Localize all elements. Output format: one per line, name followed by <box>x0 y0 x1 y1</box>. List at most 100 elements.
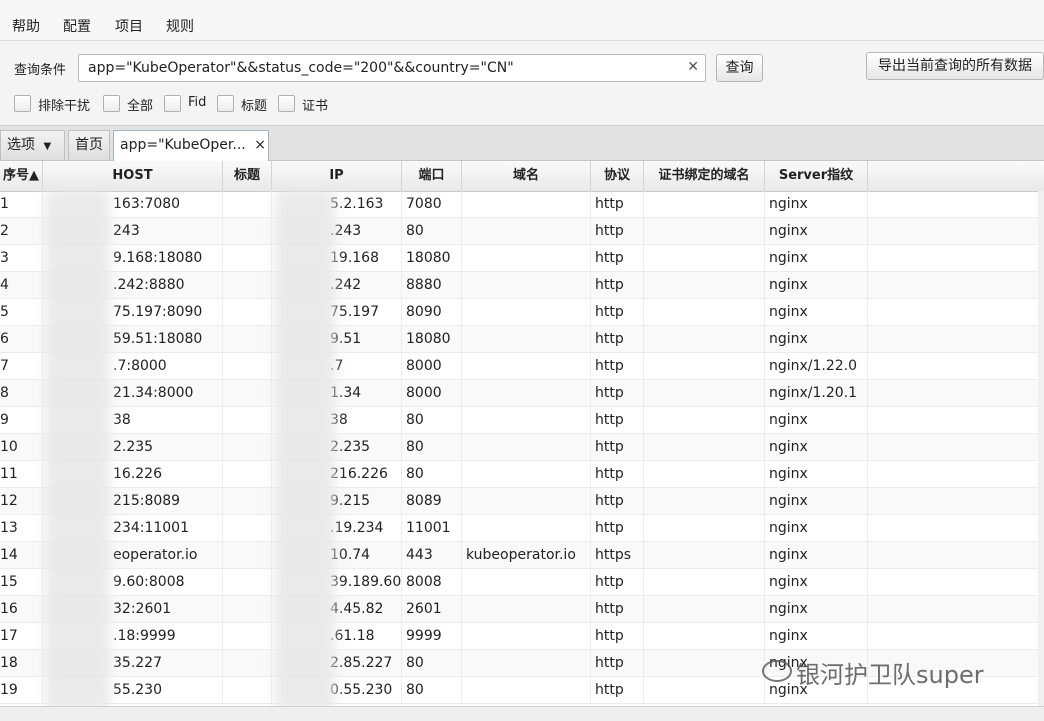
col-cert-domain-cell <box>644 542 765 569</box>
col-port-cell: 8000 <box>402 353 462 380</box>
table-row[interactable]: 2 243.243 80 http nginx <box>0 218 1044 245</box>
col-ip-header[interactable]: IP <box>272 161 402 191</box>
menu-help[interactable]: 帮助 <box>12 16 40 36</box>
col-title-cell <box>223 326 272 353</box>
col-server-cell: nginx <box>765 569 868 596</box>
col-protocol-cell: http <box>591 488 644 515</box>
table-row[interactable]: 1 163:7080 5.2.163 7080 http nginx <box>0 191 1044 218</box>
checkbox[interactable] <box>278 95 295 112</box>
col-server-cell: nginx <box>765 245 868 272</box>
table-row[interactable]: 7.7:8000.7 8000 http nginx/1.22.0 <box>0 353 1044 380</box>
col-protocol-cell: http <box>591 515 644 542</box>
col-index-cell: 7 <box>0 353 43 380</box>
col-cert-domain-cell <box>644 461 765 488</box>
col-index-header[interactable]: 序号▲ <box>0 161 43 191</box>
checkbox[interactable] <box>217 95 234 112</box>
table-row[interactable]: 11 16.226 216.226 80 http nginx <box>0 461 1044 488</box>
search-button[interactable]: 查询 <box>716 54 763 82</box>
query-input[interactable]: app="KubeOperator"&&status_code="200"&&c… <box>78 54 706 82</box>
table-row[interactable]: 9 38 38 80 http nginx <box>0 407 1044 434</box>
menu-config[interactable]: 配置 <box>63 16 91 36</box>
col-domain-cell <box>462 488 591 515</box>
table-row[interactable]: 6 59.51:18080 9.51 18080 http nginx <box>0 326 1044 353</box>
col-port-cell: 80 <box>402 461 462 488</box>
col-index-cell: 10 <box>0 434 43 461</box>
col-port-header[interactable]: 端口 <box>402 161 462 191</box>
export-button[interactable]: 导出当前查询的所有数据 <box>866 52 1044 80</box>
vertical-scrollbar[interactable] <box>1038 191 1044 720</box>
col-protocol-cell: http <box>591 272 644 299</box>
table-row[interactable]: 14 eoperator.io 10.74 443 kubeoperator.io htt… <box>0 542 1044 569</box>
col-port-cell: 80 <box>402 650 462 677</box>
filter-all[interactable]: 全部 <box>103 94 159 114</box>
table-row[interactable]: 12 215:8089 9.215 8089 http nginx <box>0 488 1044 515</box>
tab-home[interactable]: 首页 <box>68 130 110 160</box>
col-domain-cell <box>462 515 591 542</box>
col-cert-domain-cell <box>644 272 765 299</box>
menu-bar: 帮助 配置 项目 规则 <box>0 0 1044 41</box>
col-protocol-cell: http <box>591 461 644 488</box>
col-server-cell: nginx <box>765 623 868 650</box>
checkbox[interactable] <box>14 95 31 112</box>
filter-exclude-interference[interactable]: 排除干扰 <box>14 94 98 114</box>
table-row[interactable]: 15 9.60:8008 39.189.60 8008 http nginx <box>0 569 1044 596</box>
col-cert-domain-cell <box>644 245 765 272</box>
table-row[interactable]: 4.242:8880.242 8880 http nginx <box>0 272 1044 299</box>
col-cert-domain-cell <box>644 299 765 326</box>
col-title-cell <box>223 569 272 596</box>
col-index-cell: 8 <box>0 380 43 407</box>
filter-title[interactable]: 标题 <box>217 94 273 114</box>
col-domain-cell <box>462 677 591 704</box>
query-toolbar: 查询条件 app="KubeOperator"&&status_code="20… <box>0 41 1044 126</box>
col-server-cell: nginx <box>765 299 868 326</box>
tab-query-result[interactable]: app="KubeOper... × <box>113 130 269 161</box>
filter-fid[interactable]: Fid <box>164 94 212 114</box>
col-index-cell: 17 <box>0 623 43 650</box>
table-row[interactable]: 5 75.197:8090 75.197 8090 http nginx <box>0 299 1044 326</box>
table-row[interactable]: 17.18:9999.61.18 9999 http nginx <box>0 623 1044 650</box>
col-index-cell: 15 <box>0 569 43 596</box>
table-row[interactable]: 8 21.34:8000 1.34 8000 http nginx/1.20.1 <box>0 380 1044 407</box>
clear-icon[interactable]: ✕ <box>687 59 699 75</box>
tab-options-dropdown[interactable]: 选项 ▼ <box>0 130 65 160</box>
col-title-cell <box>223 191 272 218</box>
col-title-cell <box>223 488 272 515</box>
close-icon[interactable]: × <box>254 137 266 153</box>
col-domain-cell <box>462 218 591 245</box>
menu-project[interactable]: 项目 <box>115 16 143 36</box>
col-protocol-cell: http <box>591 596 644 623</box>
checkbox[interactable] <box>164 95 181 112</box>
col-server-cell: nginx <box>765 488 868 515</box>
col-title-header[interactable]: 标题 <box>223 161 272 191</box>
col-cert-domain-cell <box>644 569 765 596</box>
table-row[interactable]: 3 9.168:18080 19.168 18080 http nginx <box>0 245 1044 272</box>
col-domain-cell <box>462 272 591 299</box>
watermark: 银河护卫队super <box>796 661 984 689</box>
table-row[interactable]: 16 32:2601 4.45.82 2601 http nginx <box>0 596 1044 623</box>
table-row[interactable]: 10 2.235 2.235 80 http nginx <box>0 434 1044 461</box>
table-row[interactable]: 13 234:11001.19.234 11001 http nginx <box>0 515 1044 542</box>
col-server-cell: nginx <box>765 542 868 569</box>
checkbox-label: 排除干扰 <box>38 99 91 114</box>
col-domain-header[interactable]: 域名 <box>462 161 591 191</box>
menu-rules[interactable]: 规则 <box>166 16 194 36</box>
col-host-header[interactable]: HOST <box>43 161 223 191</box>
col-title-cell <box>223 272 272 299</box>
col-cert-domain-header[interactable]: 证书绑定的域名 <box>644 161 765 191</box>
filter-cert[interactable]: 证书 <box>278 94 334 114</box>
col-protocol-cell: http <box>591 380 644 407</box>
col-cert-domain-cell <box>644 488 765 515</box>
col-protocol-header[interactable]: 协议 <box>591 161 644 191</box>
col-server-header[interactable]: Server指纹 <box>765 161 868 191</box>
col-domain-cell <box>462 191 591 218</box>
col-cert-domain-cell <box>644 218 765 245</box>
col-cert-domain-cell <box>644 407 765 434</box>
col-index-cell: 9 <box>0 407 43 434</box>
col-cert-domain-cell <box>644 191 765 218</box>
checkbox[interactable] <box>103 95 120 112</box>
query-input-value: app="KubeOperator"&&status_code="200"&&c… <box>88 60 514 76</box>
wechat-logo-icon <box>762 660 792 682</box>
col-title-cell <box>223 596 272 623</box>
col-protocol-cell: http <box>591 218 644 245</box>
col-title-cell <box>223 245 272 272</box>
